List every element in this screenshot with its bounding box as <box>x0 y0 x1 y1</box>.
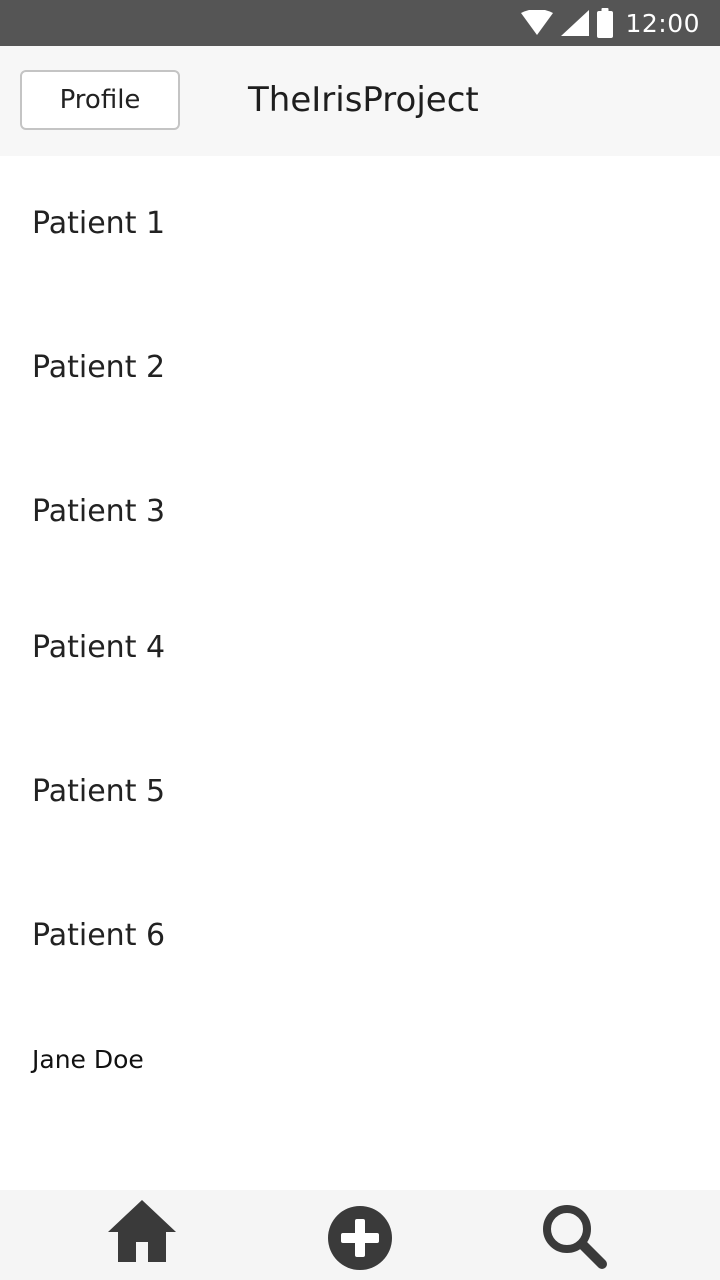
signal-icon <box>561 10 590 36</box>
patient-item-3[interactable]: Patient 3 <box>32 492 165 532</box>
patient-item-5[interactable]: Patient 5 <box>32 772 165 812</box>
status-time: 12:00 <box>625 8 700 38</box>
profile-button[interactable]: Profile <box>20 70 180 130</box>
patient-item-4[interactable]: Patient 4 <box>32 628 165 668</box>
status-icons: 12:00 <box>521 0 700 46</box>
patient-item-jane-doe[interactable]: Jane Doe <box>32 1040 144 1080</box>
status-bar: 12:00 <box>0 0 720 46</box>
screen: 12:00 Profile TheIrisProject Patient 1 P… <box>0 0 720 1280</box>
app-title: TheIrisProject <box>248 80 479 120</box>
search-icon[interactable] <box>540 1202 608 1270</box>
patient-item-2[interactable]: Patient 2 <box>32 348 165 388</box>
bottom-nav <box>0 1190 720 1280</box>
home-icon[interactable] <box>106 1198 178 1264</box>
wifi-icon <box>521 10 554 36</box>
battery-icon <box>597 8 614 38</box>
add-circle-icon[interactable] <box>328 1206 392 1270</box>
patient-item-6[interactable]: Patient 6 <box>32 916 165 956</box>
app-bar: Profile TheIrisProject <box>0 46 720 156</box>
patient-item-1[interactable]: Patient 1 <box>32 204 165 244</box>
